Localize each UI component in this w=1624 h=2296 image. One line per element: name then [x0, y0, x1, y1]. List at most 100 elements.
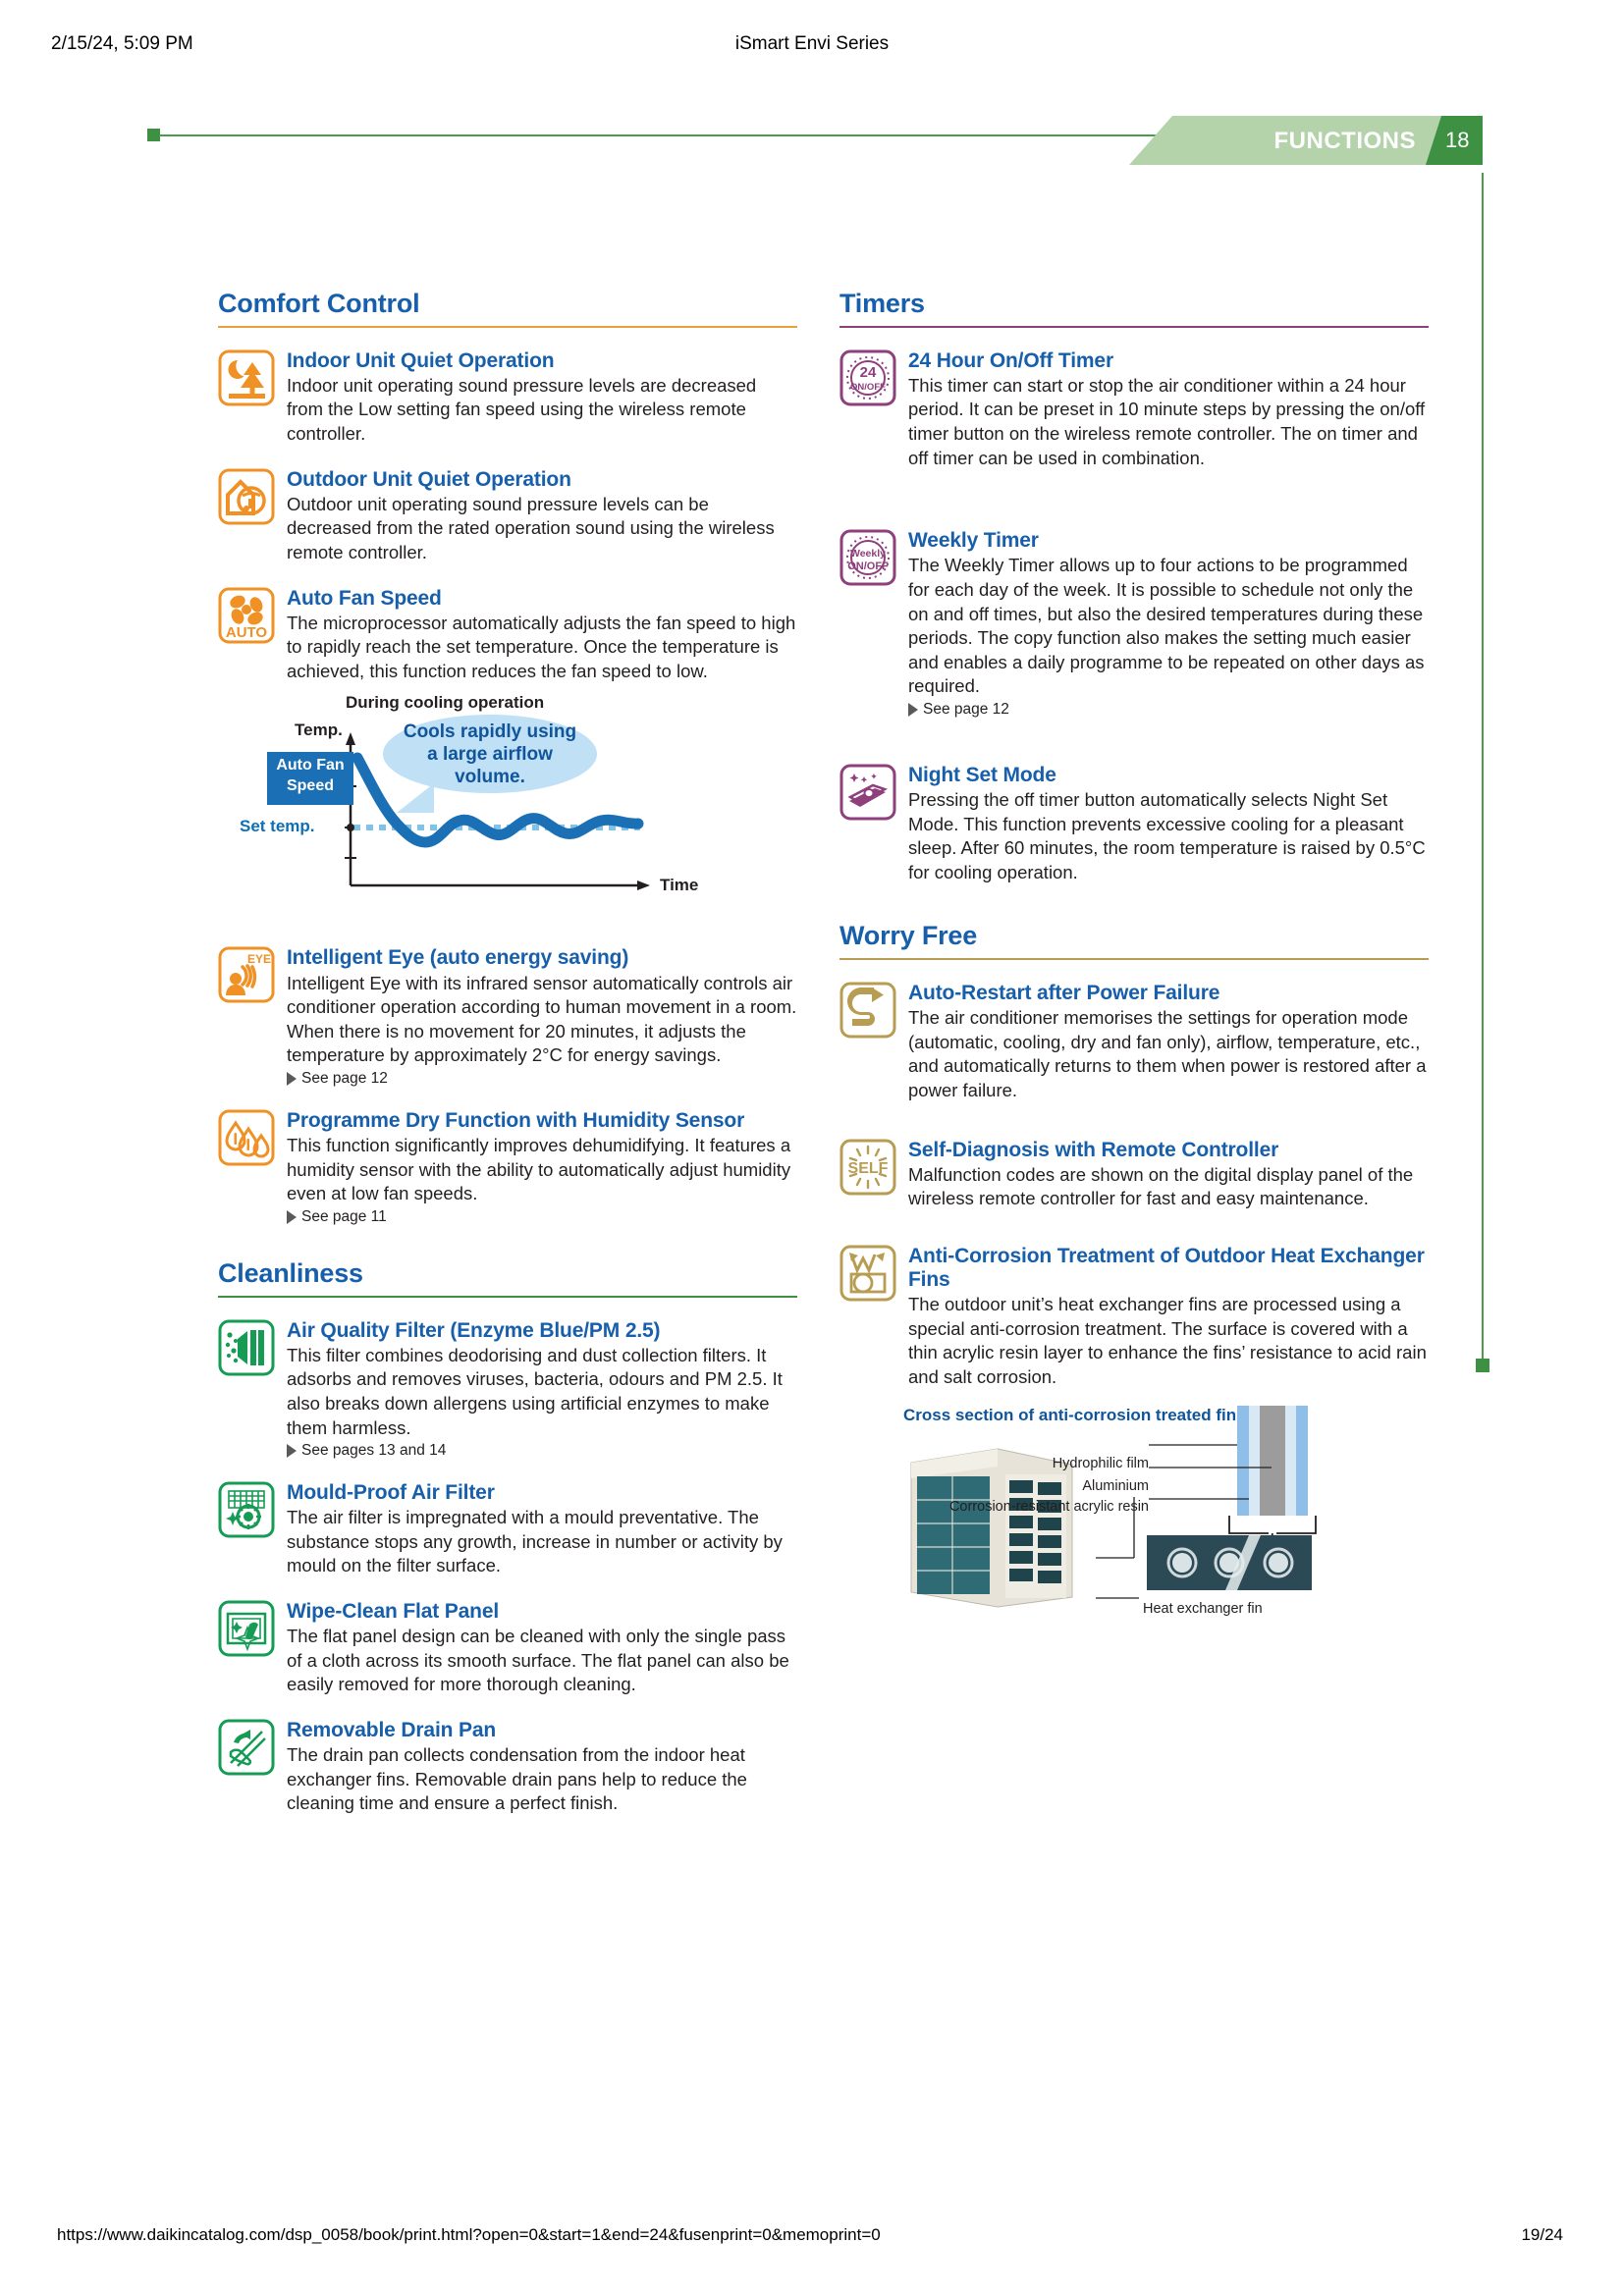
cross-section-label-acrylic-resin: Corrosion-resistant acrylic resin [948, 1498, 1149, 1515]
see-also-text: See pages 13 and 14 [301, 1442, 447, 1460]
section-rule-comfort-control [218, 325, 797, 328]
cross-section-figure: Cross section of anti-corrosion treated … [903, 1405, 1394, 1631]
feature-see-also[interactable]: See page 12 [908, 701, 1429, 719]
see-also-text: See page 11 [301, 1207, 387, 1225]
feature-auto-fan-speed: AUTO Auto Fan Speed The microprocessor a… [218, 587, 797, 684]
feature-title: 24 Hour On/Off Timer [908, 348, 1113, 372]
print-header: 2/15/24, 5:09 PM iSmart Envi Series [0, 33, 1624, 57]
section-cleanliness: Cleanliness Air Quality Filter (Enzyme B… [218, 1257, 797, 1816]
feature-air-quality-filter: Air Quality Filter (Enzyme Blue/PM 2.5) … [218, 1319, 797, 1461]
right-rule-end-marker [1476, 1359, 1489, 1372]
feature-body: Auto-Restart after Power Failure The air… [908, 982, 1429, 1103]
feature-description: Malfunction codes are shown on the digit… [908, 1163, 1414, 1209]
feature-description: This filter combines deodorising and dus… [287, 1344, 783, 1438]
section-timers: Timers 24 ON/OFF 24 Hour On/Off Timer Th… [839, 289, 1429, 885]
feature-wipe-clean-flat-panel: Wipe-Clean Flat Panel The flat panel des… [218, 1600, 797, 1697]
feature-body: Night Set Mode Pressing the off timer bu… [908, 764, 1429, 885]
svg-text:SELF: SELF [848, 1160, 889, 1177]
badge-line-2: Speed [286, 776, 334, 794]
feature-see-also[interactable]: See page 12 [287, 1070, 797, 1088]
banner-label: FUNCTIONS [1273, 128, 1416, 154]
print-footer: https://www.daikincatalog.com/dsp_0058/b… [0, 2225, 1624, 2249]
triangle-bullet-icon [287, 1209, 297, 1224]
feature-indoor-unit-quiet-operation: Indoor Unit Quiet Operation Indoor unit … [218, 349, 797, 447]
self-diagnosis-icon: SELF [839, 1139, 896, 1196]
feature-title: Mould-Proof Air Filter [287, 1481, 495, 1505]
chart-callout: Cools rapidly using a large airflow volu… [383, 715, 597, 794]
chart-title: During cooling operation [346, 693, 545, 713]
feature-title: Wipe-Clean Flat Panel [287, 1600, 500, 1624]
fin-layer-stack [1228, 1405, 1317, 1555]
water-drops-icon [218, 1109, 275, 1166]
feature-description: The air filter is impregnated with a mou… [287, 1507, 783, 1576]
svg-text:AUTO: AUTO [226, 624, 268, 641]
svg-text:Weekly: Weekly [850, 548, 886, 560]
chart-y-axis-label: Temp. [295, 721, 343, 740]
feature-title: Air Quality Filter (Enzyme Blue/PM 2.5) [287, 1318, 661, 1342]
feature-description: The flat panel design can be cleaned wit… [287, 1626, 789, 1695]
feature-weekly-timer: Weekly ON/OFF Weekly Timer The Weekly Ti… [839, 529, 1429, 719]
svg-text:ON/OFF: ON/OFF [847, 561, 889, 572]
section-comfort-control: Comfort Control Indoor Unit Quiet Operat… [218, 289, 797, 1226]
feature-body: Air Quality Filter (Enzyme Blue/PM 2.5) … [287, 1319, 797, 1461]
section-title-cleanliness: Cleanliness [218, 1257, 363, 1288]
fin-sample-photo [1147, 1534, 1312, 1590]
feature-anti-corrosion-treatment: Anti-Corrosion Treatment of Outdoor Heat… [839, 1245, 1429, 1390]
banner-page-number: 18 [1445, 128, 1470, 152]
feature-body: Wipe-Clean Flat Panel The flat panel des… [287, 1600, 797, 1697]
feature-title: Self-Diagnosis with Remote Controller [908, 1138, 1279, 1161]
feature-description: The air conditioner memorises the settin… [908, 1007, 1427, 1101]
triangle-bullet-icon [908, 702, 918, 717]
auto-restart-icon [839, 982, 896, 1039]
feature-outdoor-unit-quiet-operation: Outdoor Unit Quiet Operation Outdoor uni… [218, 468, 797, 565]
feature-body: Weekly Timer The Weekly Timer allows up … [908, 529, 1429, 719]
feature-description: Indoor unit operating sound pressure lev… [287, 374, 757, 445]
anti-corrosion-icon [839, 1245, 896, 1302]
night-set-mode-icon [839, 764, 896, 821]
section-worry-free: Worry Free Auto-Restart after Power Fail… [839, 922, 1429, 1630]
section-title-comfort-control: Comfort Control [218, 289, 420, 318]
right-column: Timers 24 ON/OFF 24 Hour On/Off Timer Th… [839, 289, 1429, 1631]
weekly-timer-icon: Weekly ON/OFF [839, 529, 896, 586]
drain-pan-icon [218, 1719, 275, 1776]
feature-title: Intelligent Eye (auto energy saving) [287, 946, 629, 970]
chart-set-temp-label: Set temp. [240, 817, 315, 836]
feature-title: Weekly Timer [908, 529, 1039, 553]
svg-text:EYE: EYE [247, 952, 271, 966]
mould-proof-filter-icon [218, 1481, 275, 1538]
feature-self-diagnosis: SELF Self-Diagnosis with Remote Controll… [839, 1139, 1429, 1211]
feature-title: Programme Dry Function with Humidity Sen… [287, 1108, 745, 1132]
chart-x-axis-label: Time [660, 876, 699, 895]
feature-programme-dry-function: Programme Dry Function with Humidity Sen… [218, 1109, 797, 1226]
feature-description: Intelligent Eye with its infrared sensor… [287, 972, 797, 1066]
print-header-title: iSmart Envi Series [734, 33, 890, 54]
feature-title: Auto-Restart after Power Failure [908, 982, 1220, 1005]
section-title-worry-free: Worry Free [839, 921, 978, 951]
outdoor-unit-illustration [910, 1448, 1073, 1608]
feature-description: Outdoor unit operating sound pressure le… [287, 493, 775, 562]
section-rule-worry-free [839, 958, 1429, 961]
triangle-bullet-icon [287, 1071, 297, 1086]
section-rule-cleanliness [218, 1295, 797, 1298]
chart-auto-fan-speed-badge: Auto Fan Speed [267, 752, 353, 806]
feature-body: Anti-Corrosion Treatment of Outdoor Heat… [908, 1245, 1429, 1390]
feature-description: This timer can start or stop the air con… [908, 374, 1426, 468]
feature-description: The drain pan collects condensation from… [287, 1744, 747, 1814]
24-hour-timer-icon: 24 ON/OFF [839, 349, 896, 406]
feature-body: Indoor Unit Quiet Operation Indoor unit … [287, 349, 797, 447]
feature-body: Removable Drain Pan The drain pan collec… [287, 1719, 797, 1816]
feature-body: 24 Hour On/Off Timer This timer can star… [908, 349, 1429, 471]
print-footer-url: https://www.daikincatalog.com/dsp_0058/b… [57, 2225, 881, 2244]
feature-description: The Weekly Timer allows up to four actio… [908, 555, 1425, 697]
feature-body: Self-Diagnosis with Remote Controller Ma… [908, 1139, 1429, 1211]
feature-intelligent-eye: EYE Intelligent Eye (auto energy saving)… [218, 946, 797, 1088]
house-quiet-icon [218, 468, 275, 525]
cross-section-label-aluminium: Aluminium [1082, 1477, 1149, 1494]
feature-see-also[interactable]: See page 11 [287, 1208, 797, 1226]
feature-title: Auto Fan Speed [287, 586, 442, 610]
see-also-text: See page 12 [301, 1069, 388, 1087]
svg-text:ON/OFF: ON/OFF [850, 382, 886, 393]
feature-see-also[interactable]: See pages 13 and 14 [287, 1442, 797, 1460]
feature-night-set-mode: Night Set Mode Pressing the off timer bu… [839, 764, 1429, 885]
feature-title: Indoor Unit Quiet Operation [287, 348, 555, 372]
